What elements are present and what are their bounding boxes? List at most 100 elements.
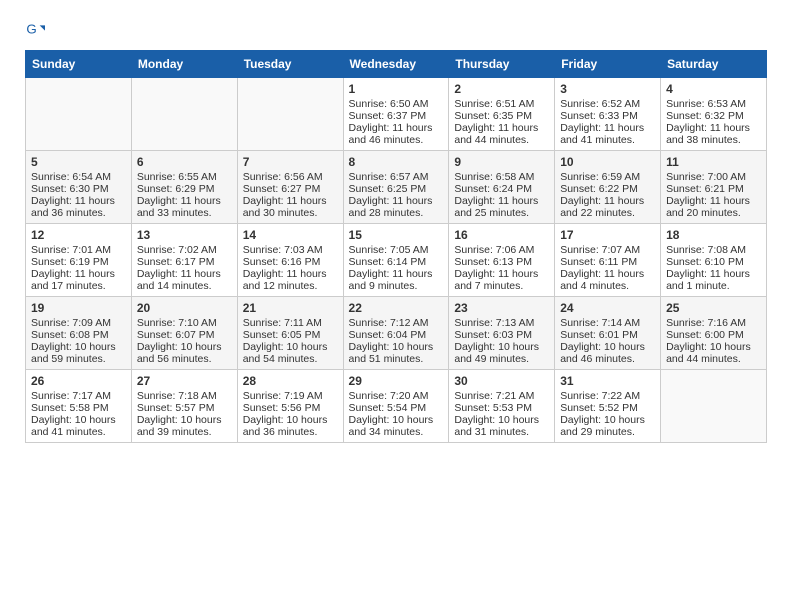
day-info: and 20 minutes.	[666, 207, 761, 219]
calendar-header-friday: Friday	[555, 51, 661, 78]
day-info: Daylight: 11 hours	[243, 195, 338, 207]
day-info: Sunset: 6:14 PM	[349, 256, 444, 268]
day-info: and 34 minutes.	[349, 426, 444, 438]
day-info: and 1 minute.	[666, 280, 761, 292]
calendar-cell: 22 Sunrise: 7:12 AMSunset: 6:04 PMDayligh…	[343, 297, 449, 370]
day-info: Sunset: 5:53 PM	[454, 402, 549, 414]
day-info: and 49 minutes.	[454, 353, 549, 365]
day-info: and 14 minutes.	[137, 280, 232, 292]
day-info: Daylight: 11 hours	[454, 195, 549, 207]
day-info: Daylight: 11 hours	[349, 268, 444, 280]
day-info: Sunrise: 7:14 AM	[560, 317, 655, 329]
day-number: 26	[31, 374, 126, 388]
calendar-cell: 18Sunrise: 7:08 AMSunset: 6:10 PMDayligh…	[661, 224, 767, 297]
day-info: and 4 minutes.	[560, 280, 655, 292]
day-info: Sunrise: 6:53 AM	[666, 98, 761, 110]
day-number: 31	[560, 374, 655, 388]
day-info: Sunset: 5:52 PM	[560, 402, 655, 414]
day-info: Daylight: 11 hours	[137, 268, 232, 280]
calendar-cell: 17Sunrise: 7:07 AMSunset: 6:11 PMDayligh…	[555, 224, 661, 297]
day-info: Daylight: 11 hours	[454, 268, 549, 280]
calendar-cell: 4 Sunrise: 6:53 AMSunset: 6:32 PMDaylight…	[661, 78, 767, 151]
day-info: Sunrise: 7:08 AM	[666, 244, 761, 256]
day-info: Sunrise: 6:58 AM	[454, 171, 549, 183]
calendar-cell: 25Sunrise: 7:16 AMSunset: 6:00 PMDayligh…	[661, 297, 767, 370]
day-info: and 9 minutes.	[349, 280, 444, 292]
day-number: 15	[349, 228, 444, 242]
day-info: Daylight: 11 hours	[137, 195, 232, 207]
calendar-cell: 23Sunrise: 7:13 AMSunset: 6:03 PMDayligh…	[449, 297, 555, 370]
day-info: Sunset: 6:00 PM	[666, 329, 761, 341]
day-info: Daylight: 11 hours	[666, 268, 761, 280]
day-info: Daylight: 10 hours	[349, 341, 444, 353]
calendar-cell	[237, 78, 343, 151]
day-info: Sunset: 6:29 PM	[137, 183, 232, 195]
calendar-cell: 3Sunrise: 6:52 AMSunset: 6:33 PMDaylight…	[555, 78, 661, 151]
day-number: 4	[666, 82, 761, 96]
day-info: Sunset: 6:16 PM	[243, 256, 338, 268]
day-info: Sunset: 6:32 PM	[666, 110, 761, 122]
day-info: Sunrise: 7:12 AM	[349, 317, 444, 329]
day-info: Daylight: 10 hours	[243, 414, 338, 426]
day-info: Daylight: 11 hours	[31, 195, 126, 207]
calendar-week-row: 5Sunrise: 6:54 AMSunset: 6:30 PMDaylight…	[26, 151, 767, 224]
day-info: Sunset: 6:08 PM	[31, 329, 126, 341]
day-info: and 39 minutes.	[137, 426, 232, 438]
day-info: and 12 minutes.	[243, 280, 338, 292]
day-info: and 54 minutes.	[243, 353, 338, 365]
day-number: 13	[137, 228, 232, 242]
calendar-cell: 16Sunrise: 7:06 AMSunset: 6:13 PMDayligh…	[449, 224, 555, 297]
day-info: Daylight: 10 hours	[666, 341, 761, 353]
day-info: Sunrise: 6:55 AM	[137, 171, 232, 183]
day-number: 1	[349, 82, 444, 96]
day-info: and 46 minutes.	[560, 353, 655, 365]
day-info: Sunrise: 7:22 AM	[560, 390, 655, 402]
day-number: 28	[243, 374, 338, 388]
day-number: 16	[454, 228, 549, 242]
calendar-header-tuesday: Tuesday	[237, 51, 343, 78]
day-info: Daylight: 10 hours	[243, 341, 338, 353]
calendar-table: SundayMondayTuesdayWednesdayThursdayFrid…	[25, 50, 767, 443]
calendar-cell: 11Sunrise: 7:00 AMSunset: 6:21 PMDayligh…	[661, 151, 767, 224]
calendar-cell: 29Sunrise: 7:20 AMSunset: 5:54 PMDayligh…	[343, 370, 449, 443]
day-number: 12	[31, 228, 126, 242]
day-info: Daylight: 10 hours	[349, 414, 444, 426]
calendar-cell	[131, 78, 237, 151]
day-info: and 44 minutes.	[666, 353, 761, 365]
day-info: and 17 minutes.	[31, 280, 126, 292]
day-info: Sunrise: 6:54 AM	[31, 171, 126, 183]
day-number: 27	[137, 374, 232, 388]
day-info: Daylight: 11 hours	[666, 122, 761, 134]
calendar-cell: 6Sunrise: 6:55 AMSunset: 6:29 PMDaylight…	[131, 151, 237, 224]
day-info: and 46 minutes.	[349, 134, 444, 146]
day-info: Daylight: 10 hours	[137, 341, 232, 353]
day-info: Daylight: 10 hours	[560, 341, 655, 353]
day-number: 2	[454, 82, 549, 96]
day-info: Sunset: 6:24 PM	[454, 183, 549, 195]
day-info: and 30 minutes.	[243, 207, 338, 219]
day-info: Sunrise: 7:11 AM	[243, 317, 338, 329]
day-info: Sunset: 6:22 PM	[560, 183, 655, 195]
svg-text:G: G	[26, 21, 36, 36]
day-info: Sunset: 6:11 PM	[560, 256, 655, 268]
day-info: Sunrise: 7:10 AM	[137, 317, 232, 329]
day-info: Sunrise: 6:50 AM	[349, 98, 444, 110]
day-number: 30	[454, 374, 549, 388]
day-info: and 33 minutes.	[137, 207, 232, 219]
day-number: 22	[349, 301, 444, 315]
day-number: 11	[666, 155, 761, 169]
day-info: Sunset: 6:35 PM	[454, 110, 549, 122]
calendar-cell: 9Sunrise: 6:58 AMSunset: 6:24 PMDaylight…	[449, 151, 555, 224]
day-info: and 31 minutes.	[454, 426, 549, 438]
calendar-header-saturday: Saturday	[661, 51, 767, 78]
day-info: Daylight: 10 hours	[137, 414, 232, 426]
day-info: Sunrise: 7:20 AM	[349, 390, 444, 402]
day-info: Sunset: 5:54 PM	[349, 402, 444, 414]
calendar-cell: 30Sunrise: 7:21 AMSunset: 5:53 PMDayligh…	[449, 370, 555, 443]
calendar-cell: 13Sunrise: 7:02 AMSunset: 6:17 PMDayligh…	[131, 224, 237, 297]
day-info: Sunset: 6:04 PM	[349, 329, 444, 341]
page-header: G	[25, 20, 767, 40]
day-info: Sunset: 6:10 PM	[666, 256, 761, 268]
day-number: 23	[454, 301, 549, 315]
day-info: Daylight: 11 hours	[31, 268, 126, 280]
